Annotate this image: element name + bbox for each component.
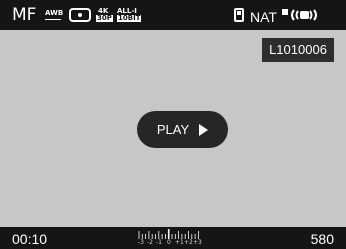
sound-level-icon bbox=[282, 9, 288, 15]
awb-indicator: AWB bbox=[44, 9, 64, 22]
stabilization-icon: IS bbox=[290, 8, 318, 22]
play-label: PLAY bbox=[156, 122, 190, 137]
all-i-badge: ALL-I 10BIT bbox=[117, 7, 142, 24]
recording-time: 00:10 bbox=[12, 231, 48, 247]
format-badge-line2: 30P bbox=[96, 14, 113, 22]
camera-playback-screen: MF AWB (•) 4K 30P ALL-I 10BIT NAT bbox=[0, 0, 346, 249]
awb-label: AWB bbox=[45, 9, 64, 17]
file-name-label: L1010006 bbox=[262, 38, 334, 62]
top-status-bar: MF AWB (•) 4K 30P ALL-I 10BIT NAT bbox=[0, 0, 346, 30]
metering-icon: (•) bbox=[69, 8, 91, 22]
scale-label-plus1: +1 bbox=[175, 239, 184, 246]
scale-label-minus3: -3 bbox=[138, 239, 144, 246]
scale-label-minus1: -1 bbox=[156, 239, 162, 246]
scale-label-zero: 0 bbox=[167, 239, 171, 246]
all-i-line2: 10BIT bbox=[117, 14, 142, 22]
triangle-right-icon bbox=[199, 123, 209, 136]
scale-label-minus2: -2 bbox=[147, 239, 153, 246]
focus-mode-label: MF bbox=[12, 5, 37, 25]
format-badge: 4K 30P bbox=[94, 7, 113, 24]
remaining-count: 580 bbox=[310, 231, 334, 247]
scale-label-plus3: +3 bbox=[193, 239, 202, 246]
play-button[interactable]: PLAY bbox=[137, 111, 228, 148]
scale-label-plus2: +2 bbox=[184, 239, 193, 246]
memory-card-icon bbox=[234, 8, 244, 22]
bottom-status-bar: 00:10 580 -3 -2 -1 0 +1 +2 +3 bbox=[0, 227, 346, 249]
picture-style-label: NAT bbox=[250, 9, 277, 25]
exposure-scale-labels: -3 -2 -1 0 +1 +2 +3 bbox=[138, 239, 202, 247]
